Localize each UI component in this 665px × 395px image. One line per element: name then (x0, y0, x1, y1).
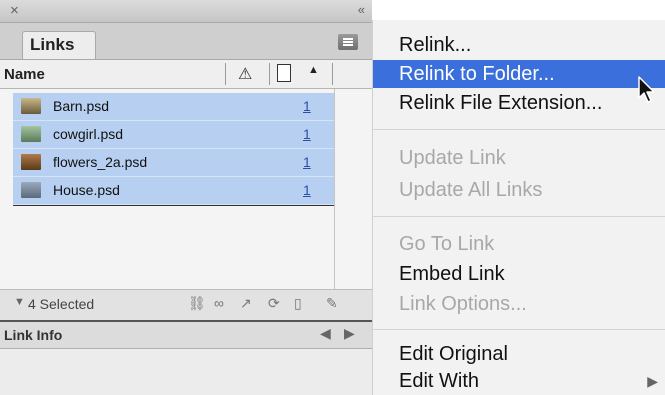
column-name-header[interactable]: Name (4, 66, 45, 83)
list-item[interactable]: flowers_2a.psd 1 (13, 149, 334, 177)
list-item[interactable]: Barn.psd 1 (13, 93, 334, 121)
menu-item-relink[interactable]: Relink... (373, 31, 665, 59)
panel-statusbar: ▼ 4 Selected ⛓ ∞ ↗ ⟳ ▯ ✎ (0, 289, 372, 322)
column-header: Name ⚠ ▲ (0, 60, 372, 89)
file-thumbnail (21, 154, 41, 170)
menu-item-update-link[interactable]: Update Link (373, 144, 665, 172)
go-to-link-icon[interactable]: ↗ (240, 295, 252, 312)
file-thumbnail (21, 182, 41, 198)
page-count-link[interactable]: 1 (303, 98, 311, 114)
menu-item-relink-to-folder[interactable]: Relink to Folder... (373, 60, 665, 88)
file-name: flowers_2a.psd (53, 154, 148, 170)
update-link-icon[interactable]: ⟳ (268, 295, 280, 312)
file-name: Barn.psd (53, 98, 110, 114)
menu-separator (373, 329, 665, 330)
link-info-header: Link Info ◀ ▶ (0, 322, 372, 349)
submenu-arrow-icon: ▶ (647, 373, 658, 389)
link-info-body (0, 349, 372, 395)
file-thumbnail (21, 126, 41, 142)
menu-item-embed-link[interactable]: Embed Link (373, 260, 665, 288)
mouse-cursor-icon (638, 76, 655, 103)
menu-item-relink-file-extension[interactable]: Relink File Extension... (373, 89, 665, 117)
links-list: Barn.psd 1 cowgirl.psd 1 flowers_2a.psd … (0, 89, 372, 289)
panel-menu-icon[interactable] (338, 34, 358, 50)
sort-arrow-icon[interactable]: ▲ (308, 64, 319, 76)
menu-item-edit-with[interactable]: Edit With ▶ (373, 367, 665, 395)
menu-item-go-to-link[interactable]: Go To Link (373, 230, 665, 258)
page-icon[interactable] (277, 64, 291, 82)
list-item[interactable]: House.psd 1 (13, 177, 334, 205)
relink-icon[interactable]: ⛓ (188, 295, 206, 312)
page-count-link[interactable]: 1 (303, 182, 311, 198)
close-icon[interactable]: × (10, 2, 19, 19)
menu-separator (373, 216, 665, 217)
relink-chain-icon[interactable]: ∞ (214, 295, 224, 311)
page-count-link[interactable]: 1 (303, 126, 311, 142)
menu-item-edit-original[interactable]: Edit Original (373, 340, 665, 368)
next-icon[interactable]: ▶ (344, 325, 355, 342)
previous-icon[interactable]: ◀ (320, 325, 331, 342)
panel-context-menu: Relink... Relink to Folder... Relink Fil… (372, 20, 665, 395)
page-count-link[interactable]: 1 (303, 154, 311, 170)
warning-icon[interactable]: ⚠ (238, 64, 252, 84)
list-item[interactable]: cowgirl.psd 1 (13, 121, 334, 149)
links-panel: × « Links Name ⚠ ▲ Barn.psd 1 cowgirl.ps… (0, 0, 372, 395)
edit-original-icon[interactable]: ✎ (326, 295, 338, 312)
menu-item-update-all-links[interactable]: Update All Links (373, 176, 665, 204)
update-all-icon[interactable]: ▯ (294, 295, 302, 312)
panel-titlebar: × « (0, 0, 372, 23)
selection-count: 4 Selected (28, 296, 95, 312)
link-info-label: Link Info (4, 327, 63, 343)
menu-separator (373, 129, 665, 130)
disclosure-triangle-icon[interactable]: ▼ (14, 296, 25, 308)
file-thumbnail (21, 98, 41, 114)
panel-tabbar: Links (0, 23, 372, 60)
file-name: House.psd (53, 182, 120, 198)
file-name: cowgirl.psd (53, 126, 124, 142)
menu-item-link-options[interactable]: Link Options... (373, 290, 665, 318)
tab-links[interactable]: Links (22, 31, 96, 59)
collapse-icon[interactable]: « (358, 2, 365, 17)
menu-item-edit-with-label: Edit With (399, 370, 480, 392)
